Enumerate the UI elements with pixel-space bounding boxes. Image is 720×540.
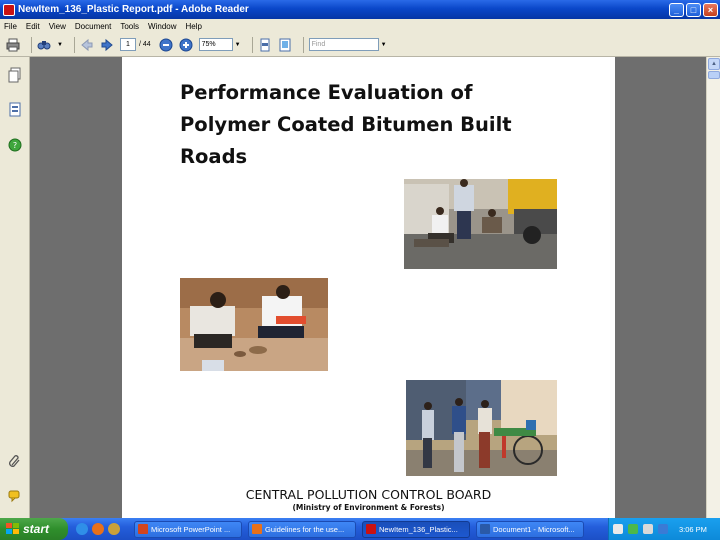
zoom-field[interactable]: 75% bbox=[198, 38, 233, 51]
chevron-down-icon[interactable]: ▼ bbox=[57, 42, 63, 48]
start-label: start bbox=[23, 522, 50, 536]
previous-page-icon[interactable] bbox=[80, 38, 94, 52]
menu-window[interactable]: Window bbox=[148, 22, 176, 31]
chevron-down-icon[interactable]: ▼ bbox=[235, 42, 241, 48]
vertical-scrollbar[interactable]: ▲ bbox=[706, 57, 720, 518]
window-title: NewItem_136_Plastic Report.pdf - Adobe R… bbox=[18, 4, 249, 15]
comments-icon[interactable] bbox=[8, 487, 22, 503]
screen: NewItem_136_Plastic Report.pdf - Adobe R… bbox=[0, 0, 720, 540]
system-tray: 3:06 PM bbox=[608, 518, 720, 540]
taskbar-item-word[interactable]: Document1 - Microsoft... bbox=[476, 520, 584, 538]
task-label: Microsoft PowerPoint ... bbox=[151, 524, 231, 534]
help-icon[interactable]: ? bbox=[8, 137, 22, 153]
organization-name: CENTRAL POLLUTION CONTROL BOARD bbox=[245, 487, 492, 502]
help-icon[interactable] bbox=[613, 524, 623, 534]
menu-file[interactable]: File bbox=[4, 22, 17, 31]
scroll-up-arrow-icon[interactable]: ▲ bbox=[708, 58, 720, 70]
internet-explorer-icon[interactable] bbox=[76, 523, 88, 535]
task-label: NewItem_136_Plastic... bbox=[379, 524, 458, 534]
fit-page-icon[interactable] bbox=[258, 38, 272, 52]
title-line-2: Polymer Coated Bitumen Built bbox=[180, 113, 512, 136]
document-title: Performance Evaluation of Polymer Coated… bbox=[180, 77, 560, 173]
quick-launch-app-icon[interactable] bbox=[108, 523, 120, 535]
network-icon[interactable] bbox=[628, 524, 638, 534]
title-line-3: Roads bbox=[180, 145, 248, 168]
document-viewport[interactable]: Performance Evaluation of Polymer Coated… bbox=[30, 57, 706, 518]
adobe-reader-icon bbox=[3, 3, 15, 16]
toolbar-separator bbox=[302, 36, 304, 53]
page-total: / 44 bbox=[138, 41, 151, 48]
taskbar-item-powerpoint[interactable]: Microsoft PowerPoint ... bbox=[134, 520, 242, 538]
minimize-button[interactable]: _ bbox=[669, 2, 684, 17]
taskbar-item-guidelines[interactable]: Guidelines for the use... bbox=[248, 520, 356, 538]
bookmarks-icon[interactable] bbox=[8, 102, 22, 118]
search-binoculars-icon[interactable] bbox=[37, 38, 51, 52]
volume-icon[interactable] bbox=[643, 524, 653, 534]
task-label: Document1 - Microsoft... bbox=[493, 524, 575, 534]
menu-tools[interactable]: Tools bbox=[120, 22, 139, 31]
security-shield-icon[interactable] bbox=[658, 524, 668, 534]
windows-flag-icon bbox=[6, 523, 19, 535]
fit-width-icon[interactable] bbox=[278, 38, 292, 52]
quick-launch bbox=[76, 523, 128, 535]
powerpoint-icon bbox=[138, 524, 148, 534]
menu-bar: File Edit View Document Tools Window Hel… bbox=[0, 19, 720, 33]
firefox-icon[interactable] bbox=[92, 523, 104, 535]
toolbar-separator bbox=[73, 36, 75, 53]
taskbar-item-adobe-reader[interactable]: NewItem_136_Plastic... bbox=[362, 520, 470, 538]
zoom-out-icon[interactable] bbox=[159, 38, 173, 52]
road-inspection-photo bbox=[404, 179, 557, 269]
publisher-block: CENTRAL POLLUTION CONTROL BOARD (Ministr… bbox=[122, 487, 615, 512]
menu-document[interactable]: Document bbox=[75, 22, 111, 31]
chevron-down-icon[interactable]: ▼ bbox=[381, 42, 387, 48]
menu-help[interactable]: Help bbox=[186, 22, 202, 31]
taskbar: start Microsoft PowerPoint ... Guideline… bbox=[0, 518, 720, 540]
navigation-pane: ? bbox=[0, 57, 30, 518]
firefox-icon bbox=[252, 524, 262, 534]
road-work-photo bbox=[406, 380, 557, 476]
pages-icon[interactable] bbox=[8, 67, 22, 83]
svg-text:?: ? bbox=[13, 141, 17, 150]
next-page-icon[interactable] bbox=[100, 38, 114, 52]
page-number-input[interactable]: 1 bbox=[119, 38, 136, 51]
start-button[interactable]: start bbox=[0, 518, 68, 540]
title-line-1: Performance Evaluation of bbox=[180, 81, 473, 104]
attachment-paperclip-icon[interactable] bbox=[8, 453, 22, 469]
menu-view[interactable]: View bbox=[49, 22, 66, 31]
find-input[interactable]: Find bbox=[308, 38, 379, 51]
zoom-in-icon[interactable] bbox=[179, 38, 193, 52]
pdf-page: Performance Evaluation of Polymer Coated… bbox=[122, 57, 615, 518]
menu-edit[interactable]: Edit bbox=[26, 22, 40, 31]
clock[interactable]: 3:06 PM bbox=[679, 525, 707, 534]
title-bar: NewItem_136_Plastic Report.pdf - Adobe R… bbox=[0, 0, 720, 19]
ministry-name: (Ministry of Environment & Forests) bbox=[292, 503, 445, 512]
sample-examination-photo bbox=[180, 278, 328, 371]
toolbar: ▼ 1 / 44 75% ▼ Find ▼ bbox=[0, 33, 720, 57]
scroll-thumb[interactable] bbox=[708, 71, 720, 79]
toolbar-separator bbox=[31, 36, 32, 53]
close-button[interactable]: × bbox=[703, 2, 718, 17]
maximize-button[interactable]: □ bbox=[686, 2, 701, 17]
word-icon bbox=[480, 524, 490, 534]
adobe-reader-icon bbox=[366, 524, 376, 534]
task-label: Guidelines for the use... bbox=[265, 524, 345, 534]
print-icon[interactable] bbox=[6, 38, 20, 52]
toolbar-separator bbox=[251, 36, 253, 53]
